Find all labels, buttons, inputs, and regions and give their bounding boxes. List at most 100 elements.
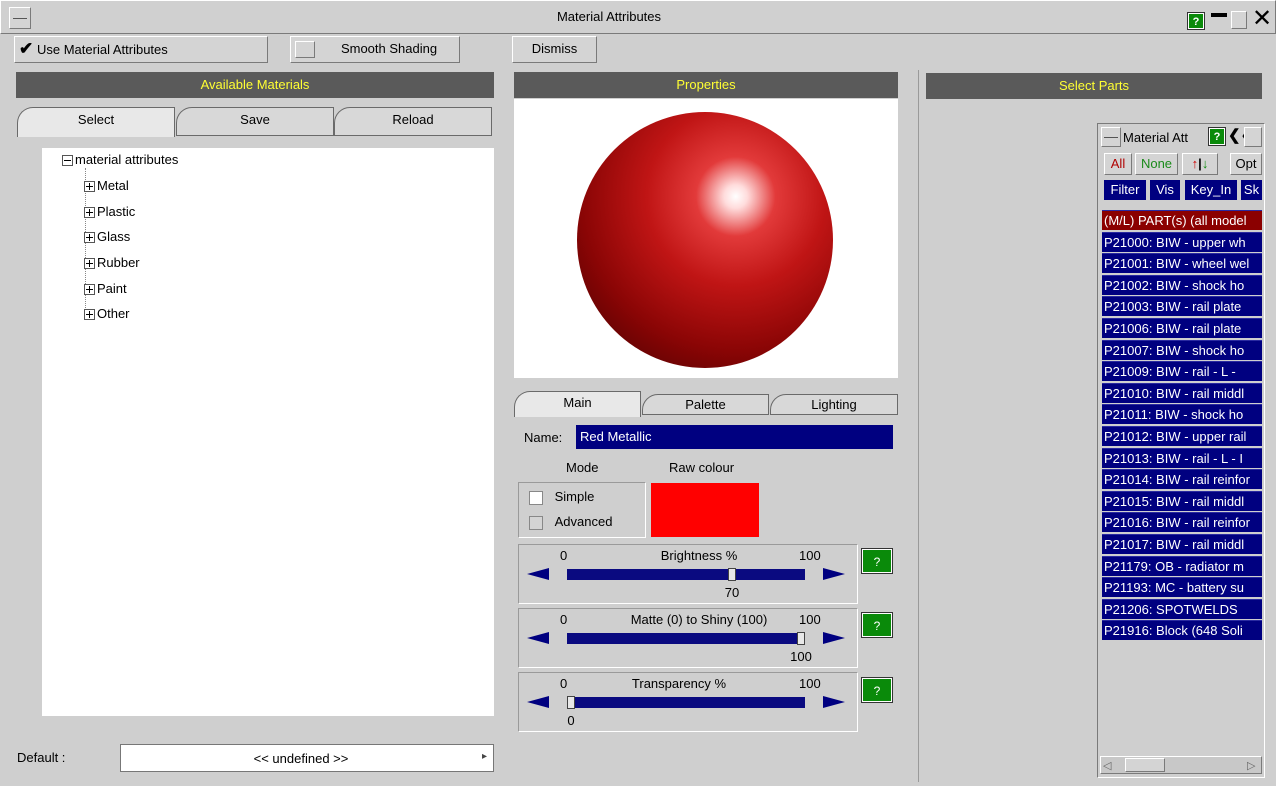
name-field[interactable]: Red Metallic xyxy=(576,425,893,449)
window-help-button[interactable]: ? xyxy=(1187,12,1205,30)
green-down-arrow-icon: ↓ xyxy=(1201,156,1209,171)
increase-arrow-icon[interactable] xyxy=(823,632,845,644)
dismiss-button[interactable]: Dismiss xyxy=(512,36,597,63)
mode-simple-label: Simple xyxy=(554,489,595,504)
horizontal-scrollbar[interactable]: ◁ ▷ xyxy=(1100,756,1262,774)
parts-list: (M/L) PART(s) (all model P21000: BIW - up… xyxy=(1102,210,1262,650)
raw-colour-swatch[interactable] xyxy=(651,483,759,537)
panel-maximize-button[interactable] xyxy=(1244,127,1262,147)
key-in-button[interactable]: Key_In xyxy=(1185,180,1237,200)
tree-item-rubber[interactable]: Rubber xyxy=(84,253,140,273)
smooth-shading-indicator xyxy=(295,41,315,58)
expand-icon[interactable] xyxy=(84,207,95,219)
part-row[interactable]: P21000: BIW - upper wh xyxy=(1102,231,1262,252)
part-row[interactable]: P21193: MC - battery su xyxy=(1102,577,1262,598)
slider-min: 0 xyxy=(560,548,568,563)
shininess-help-button[interactable]: ? xyxy=(861,612,893,638)
maximize-button[interactable] xyxy=(1231,11,1247,29)
materials-tree: material attributes Metal Plastic Glass … xyxy=(42,148,494,716)
tree-root[interactable]: material attributes xyxy=(62,150,178,170)
use-material-attributes-toggle[interactable]: ✔ Use Material Attributes xyxy=(14,36,268,63)
brightness-help-button[interactable]: ? xyxy=(861,548,893,574)
tree-item-other[interactable]: Other xyxy=(84,304,130,324)
transparency-slider-track[interactable] xyxy=(567,697,805,708)
part-row[interactable]: P21012: BIW - upper rail xyxy=(1102,426,1262,446)
advanced-checkbox[interactable] xyxy=(529,515,543,530)
brightness-slider-track[interactable] xyxy=(567,569,805,580)
tab-save[interactable]: Save xyxy=(176,107,334,136)
part-row[interactable]: P21011: BIW - shock ho xyxy=(1102,404,1262,425)
tab-main[interactable]: Main xyxy=(514,391,641,417)
select-all-button[interactable]: All xyxy=(1104,153,1132,175)
part-row[interactable]: P21916: Block (648 Soli xyxy=(1102,620,1262,641)
part-row[interactable]: P21179: OB - radiator m xyxy=(1102,555,1262,576)
mode-advanced-option[interactable]: Advanced xyxy=(529,514,612,530)
tab-select[interactable]: Select xyxy=(17,107,175,137)
select-none-button[interactable]: None xyxy=(1135,153,1178,175)
part-row[interactable]: P21017: BIW - rail middl xyxy=(1102,534,1262,554)
visible-button[interactable]: Vis xyxy=(1150,180,1180,200)
collapse-icon[interactable] xyxy=(62,155,73,167)
increase-arrow-icon[interactable] xyxy=(823,568,845,580)
expand-icon[interactable] xyxy=(84,181,95,193)
brightness-slider-thumb[interactable] xyxy=(728,568,736,581)
shininess-slider-track[interactable] xyxy=(567,633,805,644)
panel-menu-button[interactable] xyxy=(1101,127,1121,147)
decrease-arrow-icon[interactable] xyxy=(527,632,549,644)
minimize-icon[interactable] xyxy=(1211,13,1227,17)
reverse-selection-button[interactable]: ↑|↓ xyxy=(1182,153,1218,175)
preview-sphere xyxy=(577,112,833,368)
tab-reload[interactable]: Reload xyxy=(334,107,492,136)
tree-item-plastic[interactable]: Plastic xyxy=(84,202,135,222)
simple-checkbox[interactable] xyxy=(529,490,543,505)
increase-arrow-icon[interactable] xyxy=(823,696,845,708)
window-menu-button[interactable] xyxy=(9,7,31,29)
shininess-slider-thumb[interactable] xyxy=(797,632,805,645)
part-row[interactable]: P21014: BIW - rail reinfor xyxy=(1102,469,1262,490)
part-row[interactable]: P21015: BIW - rail middl xyxy=(1102,490,1262,511)
part-row-all-model[interactable]: (M/L) PART(s) (all model xyxy=(1102,210,1262,230)
sketch-button[interactable]: Sk xyxy=(1241,180,1262,200)
slider-max: 100 xyxy=(799,612,821,627)
brightness-slider-group: 0 Brightness % 100 70 xyxy=(518,544,858,604)
filter-button[interactable]: Filter xyxy=(1104,180,1146,200)
transparency-help-button[interactable]: ? xyxy=(861,677,893,703)
options-button[interactable]: Opt xyxy=(1230,153,1262,175)
part-row[interactable]: P21010: BIW - rail middl xyxy=(1102,382,1262,403)
transparency-slider-thumb[interactable] xyxy=(567,696,575,709)
menu-dash-icon xyxy=(1104,137,1118,138)
scroll-right-icon[interactable]: ▷ xyxy=(1247,759,1255,772)
scroll-left-icon[interactable]: ◁ xyxy=(1103,759,1111,772)
part-selector-panel: Material Att ? ❮❮ All None ↑|↓ Opt Filte… xyxy=(1097,123,1265,778)
decrease-arrow-icon[interactable] xyxy=(527,696,549,708)
smooth-shading-label: Smooth Shading xyxy=(340,41,438,56)
scroll-thumb[interactable] xyxy=(1125,758,1165,772)
close-icon[interactable]: ✕ xyxy=(1251,7,1273,31)
tree-item-paint[interactable]: Paint xyxy=(84,279,127,299)
part-row[interactable]: P21013: BIW - rail - L - I xyxy=(1102,447,1262,468)
part-row[interactable]: P21003: BIW - rail plate xyxy=(1102,296,1262,317)
tab-lighting[interactable]: Lighting xyxy=(770,394,898,415)
part-row[interactable]: P21006: BIW - rail plate xyxy=(1102,318,1262,338)
default-select[interactable]: << undefined >> ▸ xyxy=(120,744,494,772)
expand-icon[interactable] xyxy=(84,309,95,321)
tree-item-glass[interactable]: Glass xyxy=(84,227,130,247)
expand-icon[interactable] xyxy=(84,284,95,296)
decrease-arrow-icon[interactable] xyxy=(527,568,549,580)
part-row[interactable]: P21007: BIW - shock ho xyxy=(1102,339,1262,360)
tree-item-metal[interactable]: Metal xyxy=(84,176,129,196)
smooth-shading-toggle[interactable]: Smooth Shading xyxy=(290,36,460,63)
expand-icon[interactable] xyxy=(84,258,95,270)
part-row[interactable]: P21002: BIW - shock ho xyxy=(1102,274,1262,295)
tab-palette[interactable]: Palette xyxy=(642,394,769,415)
panel-help-button[interactable]: ? xyxy=(1208,127,1226,146)
part-row[interactable]: P21009: BIW - rail - L - xyxy=(1102,361,1262,382)
part-row[interactable]: P21206: SPOTWELDS xyxy=(1102,598,1262,619)
tree-item-label: Rubber xyxy=(97,255,140,270)
mode-simple-option[interactable]: Simple xyxy=(529,489,594,505)
part-row[interactable]: P21001: BIW - wheel wel xyxy=(1102,253,1262,274)
expand-icon[interactable] xyxy=(84,232,95,244)
tree-item-label: Glass xyxy=(97,229,131,244)
part-row[interactable]: P21016: BIW - rail reinfor xyxy=(1102,512,1262,533)
slider-max: 100 xyxy=(799,676,821,691)
